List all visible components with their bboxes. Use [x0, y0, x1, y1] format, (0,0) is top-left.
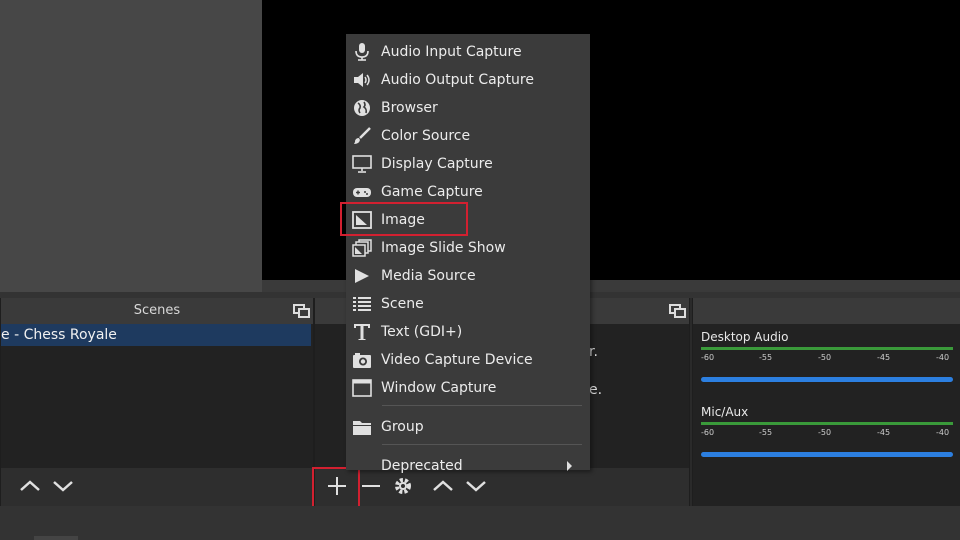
menu-item-window-capture[interactable]: Window Capture — [346, 374, 590, 402]
chevron-down-icon — [53, 481, 73, 492]
volume-slider[interactable] — [701, 452, 953, 457]
globe-icon — [354, 100, 370, 116]
status-bar — [0, 506, 960, 540]
sources-hint-text: r. — [589, 344, 598, 360]
meter-scale: -60 -55 -50 -45 -40 — [701, 353, 950, 362]
status-tab — [34, 536, 78, 540]
move-scene-down-button[interactable] — [49, 473, 77, 499]
menu-item-video-capture-device[interactable]: Video Capture Device — [346, 346, 590, 374]
volume-meter — [701, 347, 953, 350]
menu-item-deprecated[interactable]: Deprecated — [346, 452, 590, 480]
scenes-dock-title: Scenes — [1, 298, 313, 324]
audio-mixer-dock: Desktop Audio -60 -55 -50 -45 -40 Mic/Au… — [692, 298, 960, 506]
monitor-icon — [352, 155, 372, 173]
float-dock-icon[interactable] — [293, 304, 310, 318]
menu-item-group[interactable]: Group — [346, 413, 590, 441]
volume-slider[interactable] — [701, 377, 953, 382]
float-dock-icon[interactable] — [669, 304, 686, 318]
play-icon — [355, 269, 369, 283]
scenes-list[interactable]: e - Chess Royale — [1, 324, 313, 468]
left-panel-background — [0, 0, 262, 292]
menu-separator — [382, 444, 582, 445]
mixer-channel-name: Desktop Audio — [701, 330, 789, 344]
add-source-context-menu: Audio Input Capture Audio Output Capture… — [340, 34, 590, 474]
brush-icon — [354, 127, 371, 144]
folder-icon — [353, 421, 371, 435]
meter-scale: -60 -55 -50 -45 -40 — [701, 428, 950, 437]
menu-item-audio-output-capture[interactable]: Audio Output Capture — [346, 66, 590, 94]
window-icon — [352, 379, 372, 397]
sources-hint-text: e. — [589, 382, 603, 398]
gamepad-icon — [353, 188, 371, 197]
menu-item-display-capture[interactable]: Display Capture — [346, 150, 590, 178]
mixer-dock-title — [693, 298, 960, 324]
scenes-toolbar — [1, 468, 313, 506]
volume-meter — [701, 422, 953, 425]
slideshow-icon — [352, 239, 372, 257]
speaker-icon — [354, 73, 370, 87]
menu-item-image-slide-show[interactable]: Image Slide Show — [346, 234, 590, 262]
text-icon — [354, 324, 370, 340]
image-item-highlight — [340, 202, 468, 236]
submenu-arrow-icon — [567, 461, 572, 471]
list-icon — [353, 297, 371, 311]
menu-item-media-source[interactable]: Media Source — [346, 262, 590, 290]
chevron-up-icon — [20, 480, 40, 491]
menu-separator — [382, 405, 582, 406]
camera-icon — [353, 353, 371, 368]
scenes-dock: Scenes e - Chess Royale — [0, 298, 314, 506]
move-scene-up-button[interactable] — [16, 473, 44, 499]
menu-item-audio-input-capture[interactable]: Audio Input Capture — [346, 38, 590, 66]
menu-item-browser[interactable]: Browser — [346, 94, 590, 122]
microphone-icon — [355, 43, 369, 61]
menu-item-color-source[interactable]: Color Source — [346, 122, 590, 150]
menu-item-scene[interactable]: Scene — [346, 290, 590, 318]
mixer-channel-name: Mic/Aux — [701, 405, 749, 419]
menu-item-text-gdi[interactable]: Text (GDI+) — [346, 318, 590, 346]
scene-item[interactable]: e - Chess Royale — [1, 324, 311, 346]
